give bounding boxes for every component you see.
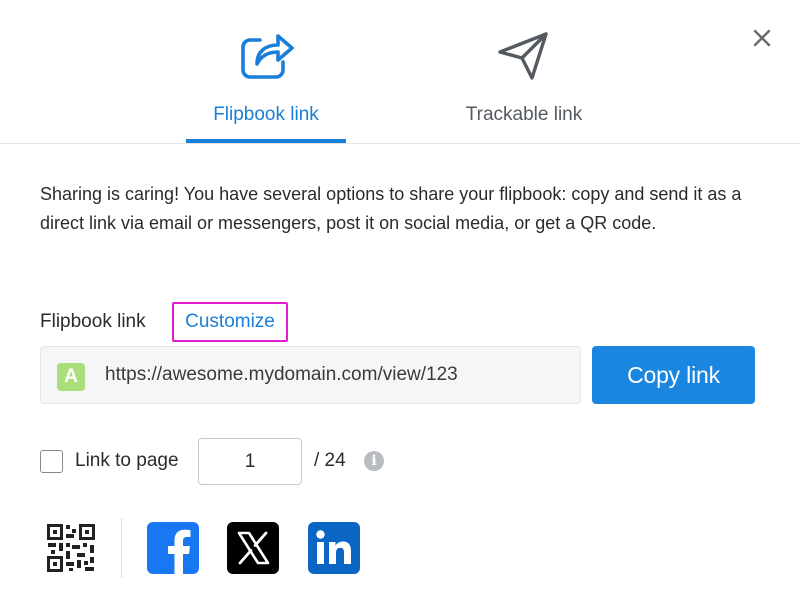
link-to-page-label: Link to page [75,450,179,471]
share-divider [121,518,122,578]
flipbook-url-field[interactable]: A https://awesome.mydomain.com/view/123 [40,346,581,404]
linkedin-share-button[interactable] [308,522,360,574]
info-icon[interactable]: i [364,451,384,471]
paper-plane-icon [498,32,548,80]
share-arrow-icon [241,34,294,79]
linkedin-icon [316,530,351,564]
tab-trackable-link[interactable]: Trackable link [444,0,604,144]
copy-link-button[interactable]: Copy link [592,346,755,404]
x-icon [237,531,270,565]
share-dialog: Flipbook link Trackable link Sharing is … [0,0,800,611]
page-total: / 24 [314,450,346,471]
description-text: Sharing is caring! You have several opti… [40,184,742,233]
tab-flipbook-link[interactable]: Flipbook link [186,0,346,144]
flipbook-link-label: Flipbook link [40,311,146,332]
page-number-input[interactable] [198,438,302,485]
customize-highlight: Customize [172,302,288,342]
tab-flipbook-link-label: Flipbook link [213,104,319,125]
tab-trackable-link-label: Trackable link [465,104,583,125]
flipbook-url: https://awesome.mydomain.com/view/123 [105,364,458,385]
customize-link[interactable]: Customize [174,304,286,340]
qr-code-icon[interactable] [47,524,95,572]
facebook-icon [168,529,191,574]
link-to-page-checkbox[interactable] [40,450,63,473]
facebook-share-button[interactable] [147,522,199,574]
x-share-button[interactable] [227,522,279,574]
share-options [40,518,400,578]
tab-bar: Flipbook link Trackable link [0,0,800,144]
site-favicon: A [57,363,85,391]
active-tab-indicator [186,139,346,143]
